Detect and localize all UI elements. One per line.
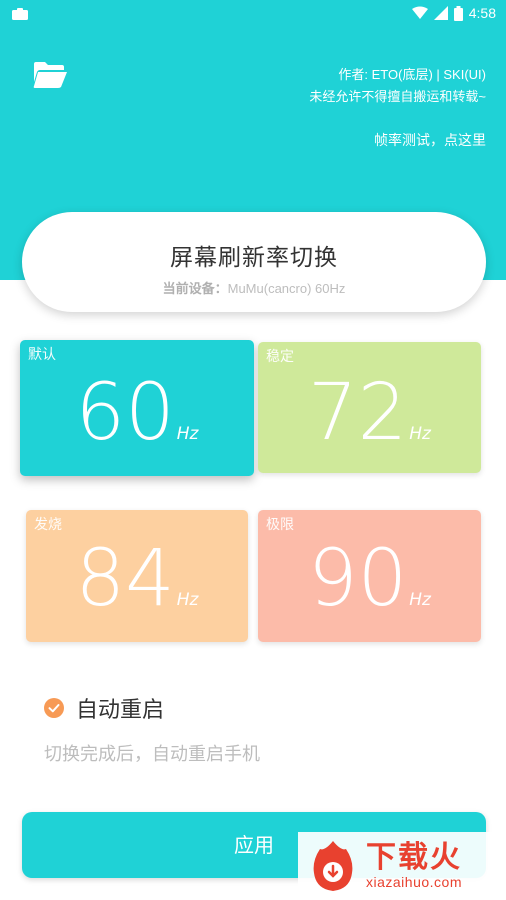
mode-unit: Hz <box>409 424 431 444</box>
mode-label: 默认 <box>28 346 56 362</box>
watermark-cn: 下载火 <box>366 840 462 875</box>
notification-icon <box>12 8 28 20</box>
mode-unit: Hz <box>176 424 199 444</box>
fps-test-link[interactable]: 帧率测试，点这里 <box>374 130 486 150</box>
mode-unit: Hz <box>409 590 431 610</box>
mode-tile-default[interactable]: 默认 60 Hz <box>20 340 254 476</box>
device-label: 当前设备： <box>162 281 228 296</box>
mode-value: 90 <box>308 534 408 624</box>
mode-tile-extreme[interactable]: 极限 90 Hz <box>258 510 481 642</box>
watermark-text: 下载火 xiazaihuo.com <box>366 840 462 891</box>
device-value: MuMu(cancro) 60Hz <box>227 281 346 296</box>
folder-icon[interactable] <box>32 60 68 90</box>
mode-tile-stable[interactable]: 稳定 72 Hz <box>258 342 481 473</box>
mode-label: 稳定 <box>266 348 294 364</box>
check-icon <box>48 704 60 713</box>
mode-value: 84 <box>75 534 175 624</box>
auto-restart-description: 切换完成后，自动重启手机 <box>44 744 260 765</box>
watermark-en: xiazaihuo.com <box>366 874 462 890</box>
status-bar: 4:58 <box>0 0 506 28</box>
mode-unit: Hz <box>176 590 199 610</box>
mode-rate: 84 Hz <box>26 540 248 618</box>
mode-rate: 72 Hz <box>258 374 481 452</box>
wifi-icon <box>411 6 428 19</box>
mode-label: 发烧 <box>34 516 62 532</box>
watermark: 下载火 xiazaihuo.com <box>298 832 506 900</box>
flame-logo-icon <box>313 841 353 891</box>
status-right: 4:58 <box>411 5 496 21</box>
mode-value: 72 <box>308 368 408 458</box>
mode-tile-fever[interactable]: 发烧 84 Hz <box>26 510 248 642</box>
status-time: 4:58 <box>468 5 496 21</box>
current-device: 当前设备：MuMu(cancro) 60Hz <box>22 278 486 297</box>
battery-icon <box>453 5 463 21</box>
title-card: 屏幕刷新率切换 当前设备：MuMu(cancro) 60Hz <box>22 212 486 312</box>
mode-label: 极限 <box>266 516 294 532</box>
author-credit: 作者: ETO(底层) | SKI(UI) <box>338 67 486 82</box>
mode-rate: 90 Hz <box>258 540 481 618</box>
mode-rate: 60 Hz <box>20 374 254 452</box>
auto-restart-label: 自动重启 <box>76 698 165 723</box>
auto-restart-checkbox[interactable] <box>44 698 64 718</box>
auto-restart-toggle[interactable]: 自动重启 <box>44 692 164 724</box>
signal-icon <box>433 6 448 20</box>
mode-value: 60 <box>75 368 175 458</box>
page-title: 屏幕刷新率切换 <box>170 245 338 271</box>
copyright-notice: 未经允许不得擅自搬运和转载~ <box>309 89 486 104</box>
